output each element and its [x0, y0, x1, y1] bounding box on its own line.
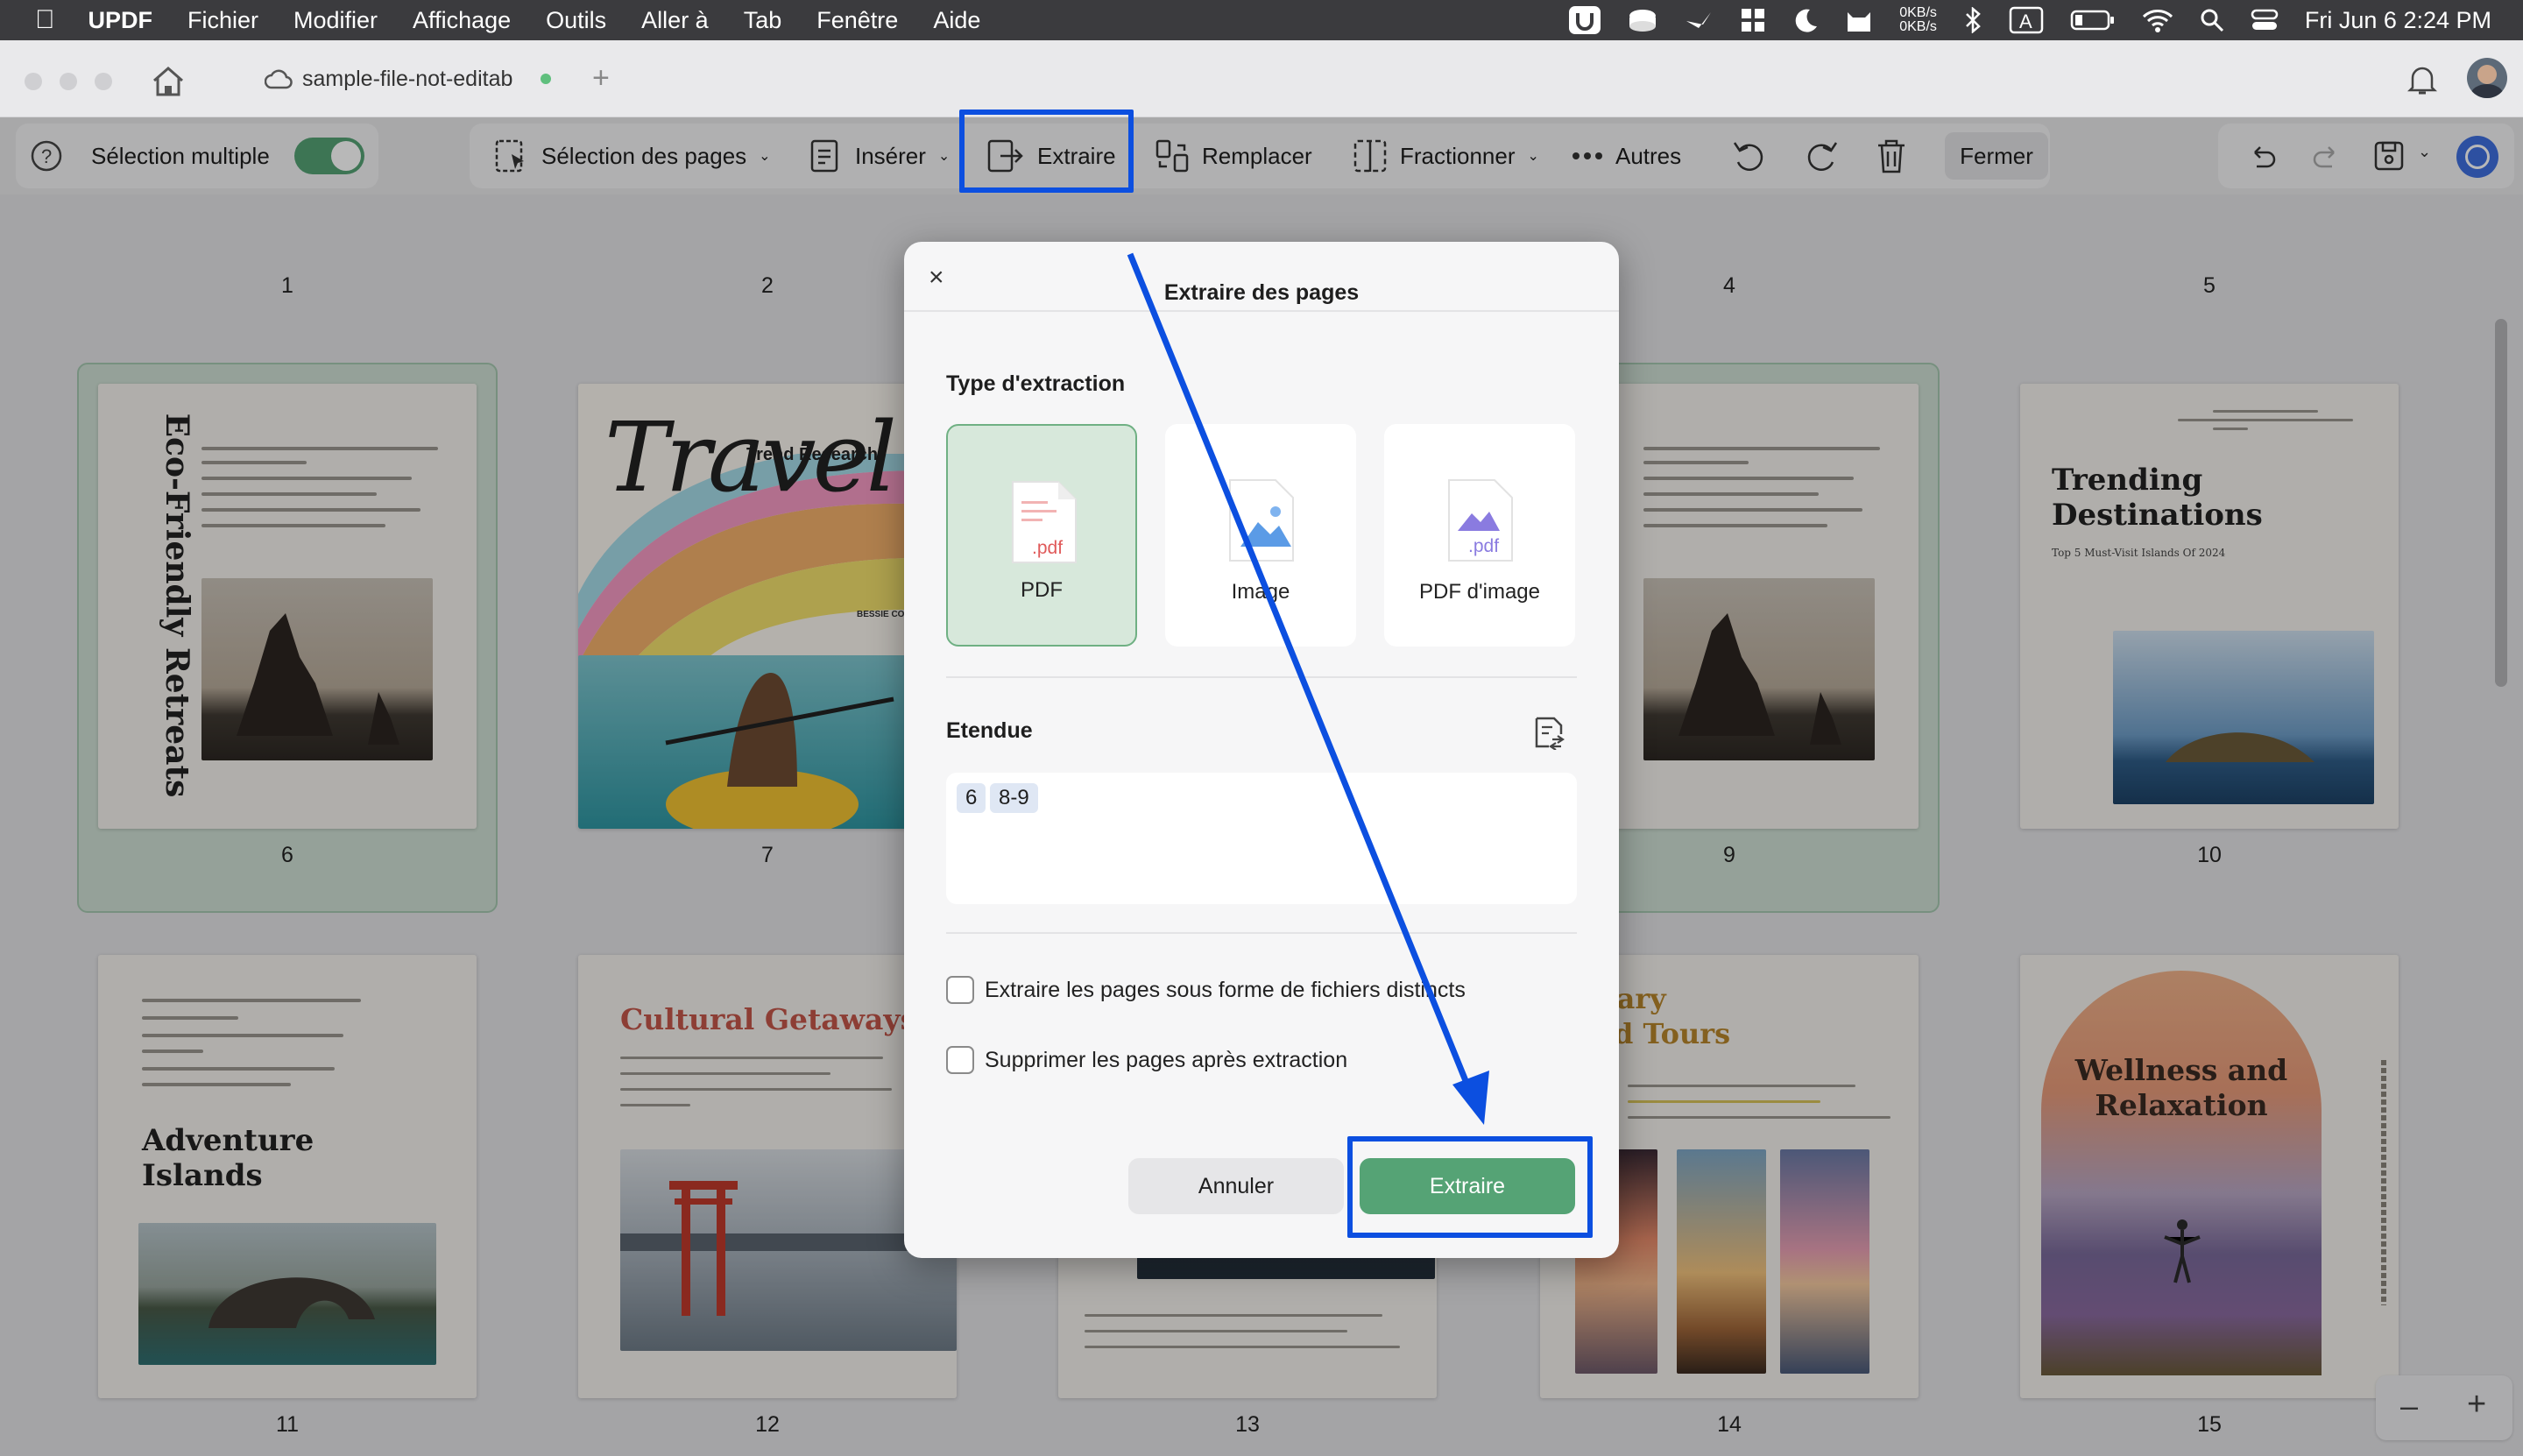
- keyboard-input-icon[interactable]: A: [2009, 6, 2044, 34]
- wifi-icon[interactable]: [2142, 8, 2173, 32]
- separate-files-checkbox[interactable]: [946, 976, 974, 1004]
- new-tab-button[interactable]: +: [592, 61, 610, 95]
- delete-after-label: Supprimer les pages après extraction: [985, 1048, 1348, 1072]
- svg-text:.pdf: .pdf: [1468, 536, 1499, 556]
- menu-modifier[interactable]: Modifier: [293, 7, 378, 34]
- menu-outils[interactable]: Outils: [546, 7, 606, 34]
- range-heading: Etendue: [946, 718, 1033, 743]
- type-image-label: Image: [1231, 580, 1290, 604]
- type-pdf-label: PDF: [1021, 578, 1063, 602]
- menu-affichage[interactable]: Affichage: [413, 7, 511, 34]
- page-range-picker-icon[interactable]: [1531, 715, 1566, 750]
- separate-files-label: Extraire les pages sous forme de fichier…: [985, 978, 1466, 1002]
- pdf-file-icon: .pdf: [1012, 481, 1077, 563]
- menu-fenetre[interactable]: Fenêtre: [816, 7, 898, 34]
- menu-app-name[interactable]: UPDF: [88, 7, 153, 34]
- cancel-button[interactable]: Annuler: [1128, 1158, 1344, 1214]
- control-center-icon[interactable]: [2251, 8, 2279, 32]
- dialog-title: Extraire des pages: [1163, 280, 1360, 305]
- confirm-button-highlight: [1347, 1136, 1593, 1238]
- search-icon[interactable]: [2200, 8, 2224, 32]
- disk-icon[interactable]: [1628, 7, 1657, 33]
- window-minimize-button[interactable]: [60, 73, 77, 90]
- window-zoom-button[interactable]: [95, 73, 112, 90]
- extraction-type-heading: Type d'extraction: [946, 371, 1126, 396]
- range-token-2[interactable]: 8-9: [990, 783, 1038, 813]
- extract-dialog: × Extraire des pages Type d'extraction .…: [904, 242, 1619, 1258]
- svg-text:A: A: [2019, 11, 2032, 32]
- avatar[interactable]: [2467, 58, 2507, 98]
- bird-icon[interactable]: [1684, 7, 1714, 33]
- delete-after-checkbox[interactable]: [946, 1046, 974, 1074]
- tab-title[interactable]: sample-file-not-editab: [302, 67, 521, 92]
- grid-app-icon[interactable]: [1740, 7, 1766, 33]
- battery-icon[interactable]: [2070, 9, 2116, 32]
- apple-icon[interactable]: : [35, 5, 55, 35]
- menu-tab[interactable]: Tab: [744, 7, 782, 34]
- image-pdf-file-icon: .pdf: [1448, 479, 1513, 562]
- extract-button-highlight: [959, 110, 1134, 193]
- datetime[interactable]: Fri Jun 6 2:24 PM: [2305, 7, 2491, 34]
- menu-fichier[interactable]: Fichier: [187, 7, 258, 34]
- image-file-icon: [1229, 479, 1294, 562]
- menu-aide[interactable]: Aide: [933, 7, 980, 34]
- cloud-icon: [265, 69, 293, 89]
- range-token-1[interactable]: 6: [957, 783, 986, 813]
- bluetooth-icon[interactable]: [1963, 7, 1982, 33]
- type-pdf-option[interactable]: .pdf PDF: [946, 424, 1137, 647]
- cat-icon[interactable]: [1845, 7, 1873, 33]
- menu-bar:  UPDF Fichier Modifier Affichage Outils…: [0, 0, 2523, 40]
- updf-status-icon[interactable]: [1568, 5, 1601, 35]
- svg-text:.pdf: .pdf: [1032, 538, 1063, 558]
- window-close-button[interactable]: [25, 73, 42, 90]
- network-speed: 0KB/s 0KB/s: [1899, 5, 1937, 34]
- range-input[interactable]: 6 8-9: [946, 773, 1577, 904]
- type-image-pdf-label: PDF d'image: [1419, 580, 1540, 604]
- bell-icon[interactable]: [2407, 63, 2437, 96]
- menu-aller-a[interactable]: Aller à: [641, 7, 709, 34]
- type-image-pdf-option[interactable]: .pdf PDF d'image: [1384, 424, 1575, 647]
- saved-indicator: [541, 74, 551, 84]
- moon-icon[interactable]: [1792, 7, 1819, 33]
- home-icon[interactable]: [151, 65, 186, 98]
- type-image-option[interactable]: Image: [1165, 424, 1356, 647]
